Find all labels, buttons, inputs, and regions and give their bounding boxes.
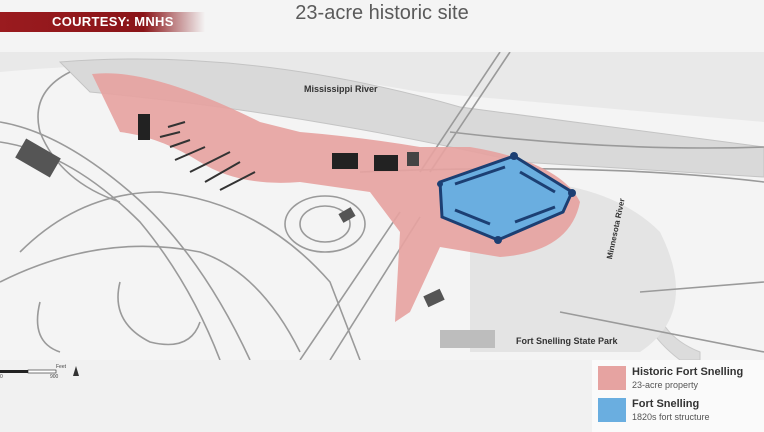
page-title: 23-acre historic site	[295, 2, 469, 24]
legend-title-fort: Fort Snelling	[632, 398, 700, 410]
legend-subtitle-property: 23-acre property	[632, 380, 699, 390]
site-map	[0, 52, 764, 360]
legend-subtitle-fort: 1820s fort structure	[632, 412, 710, 422]
north-arrow-icon	[73, 366, 79, 376]
scale-bar-graphic	[0, 366, 79, 376]
building	[138, 114, 150, 140]
legend-title-property: Historic Fort Snelling	[632, 366, 744, 378]
header: COURTESY: MNHS 23-acre historic site	[0, 0, 764, 52]
legend-swatch-fort	[598, 398, 626, 422]
label-state-park: Fort Snelling State Park	[516, 336, 618, 346]
scale-right-tick: 900	[50, 374, 59, 380]
scale-unit: Feet	[56, 364, 67, 370]
label-mississippi-river: Mississippi River	[304, 84, 378, 94]
scale-bar: Feet 0 900	[0, 364, 90, 389]
legend-swatch-property	[598, 366, 626, 390]
scale-left-tick: 0	[0, 374, 3, 380]
map-legend: Historic Fort Snelling 23-acre property …	[592, 360, 764, 432]
